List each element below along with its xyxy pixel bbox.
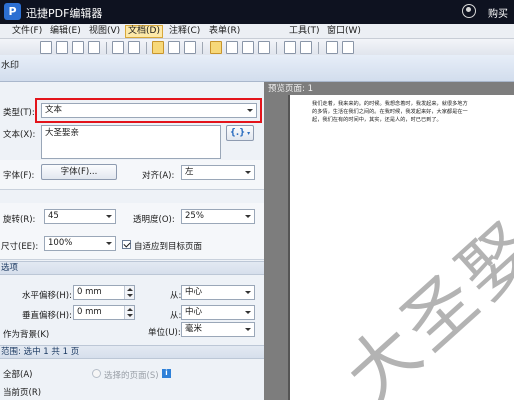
info-icon: i xyxy=(162,369,171,378)
chevron-down-icon xyxy=(106,215,112,218)
hand-tool-icon[interactable] xyxy=(152,41,164,54)
align-label: 对齐(A): xyxy=(142,171,175,181)
menu-document[interactable]: 文档(D) xyxy=(125,25,163,38)
type-label: 类型(T): xyxy=(3,108,35,118)
unit-value: 毫米 xyxy=(185,324,203,334)
preview-page: 大圣娶亲 xyxy=(290,95,514,400)
app-logo-icon: P xyxy=(4,3,21,20)
open-file-icon[interactable] xyxy=(56,41,68,54)
zoom-in-icon[interactable] xyxy=(284,41,296,54)
h-offset-label: 水平偏移(H): xyxy=(22,291,72,301)
menu-edit[interactable]: 编辑(E) xyxy=(48,25,83,38)
chevron-down-icon xyxy=(245,215,251,218)
opacity-label: 透明度(O): xyxy=(133,215,175,225)
opacity-input[interactable]: 25% xyxy=(181,209,255,224)
menu-comment[interactable]: 注释(C) xyxy=(167,25,202,38)
align-select-value: 左 xyxy=(185,167,194,177)
new-document-icon[interactable] xyxy=(40,41,52,54)
v-offset-value: 0 mm xyxy=(77,307,102,317)
spinner-arrows-icon[interactable] xyxy=(124,286,134,299)
options-header: 选项 xyxy=(0,261,264,275)
rotate-input[interactable]: 45 xyxy=(44,209,116,224)
all-pages-label[interactable]: 全部(A) xyxy=(3,368,32,380)
chevron-down-icon xyxy=(106,242,112,245)
h-offset-value: 0 mm xyxy=(77,287,102,297)
buy-button[interactable]: 购买 xyxy=(488,5,508,20)
snapshot-icon[interactable] xyxy=(184,41,196,54)
app-title: 迅捷PDF编辑器 xyxy=(26,7,103,20)
size-input[interactable]: 100% xyxy=(44,236,116,251)
print-icon[interactable] xyxy=(88,41,100,54)
h-from-label: 从: xyxy=(170,291,182,301)
rotate-label: 旋转(R): xyxy=(3,215,36,225)
chevron-down-icon xyxy=(245,311,251,314)
preview-page-label: 预览页面: 1 xyxy=(268,84,313,94)
dialog-title: 水印 xyxy=(1,61,20,71)
unit-label: 单位(U): xyxy=(148,328,181,338)
user-icon[interactable] xyxy=(462,4,476,18)
h-from-value: 中心 xyxy=(185,287,203,297)
link-tool-icon[interactable] xyxy=(258,41,270,54)
as-background-label[interactable]: 作为背景(K) xyxy=(3,328,49,340)
watermark-preview-text: 大圣娶亲 xyxy=(330,152,514,400)
preview-page-text: 我们走着，我来来的。的时候。我想念着时，我发起来，就很多地方的多情，生活在我们之… xyxy=(312,101,468,123)
h-from-select[interactable]: 中心 xyxy=(181,285,255,300)
opacity-value: 25% xyxy=(185,211,204,221)
chevron-down-icon xyxy=(245,171,251,174)
spinner-arrows-icon[interactable] xyxy=(124,306,134,319)
highlight-box xyxy=(35,98,262,123)
save-icon[interactable] xyxy=(72,41,84,54)
selected-pages-label: 选择的页面(S) xyxy=(104,371,159,381)
chevron-down-icon xyxy=(245,328,251,331)
v-offset-input[interactable]: 0 mm xyxy=(73,305,135,320)
v-from-value: 中心 xyxy=(185,307,203,317)
menu-view[interactable]: 视图(V) xyxy=(87,25,122,38)
menu-form[interactable]: 表单(R) xyxy=(207,25,242,38)
menu-window[interactable]: 窗口(W) xyxy=(325,25,363,38)
fit-to-page-label: 自适应到目标页面 xyxy=(134,242,203,252)
v-offset-label: 垂直偏移(H): xyxy=(22,311,72,321)
size-label: 尺寸(EE): xyxy=(1,242,39,252)
text-box-icon[interactable] xyxy=(326,41,338,54)
selected-pages-radio[interactable] xyxy=(92,369,101,378)
current-page-label[interactable]: 当前页(R) xyxy=(3,386,41,398)
chevron-down-icon xyxy=(245,291,251,294)
fit-to-page-checkbox[interactable] xyxy=(122,240,131,249)
insert-macro-button[interactable]: {.} ▾ xyxy=(226,125,254,141)
edit-object-icon[interactable] xyxy=(226,41,238,54)
unit-select[interactable]: 毫米 xyxy=(181,322,255,337)
menu-file[interactable]: 文件(F) xyxy=(10,25,44,38)
menu-bar: 文件(F) 编辑(E) 视图(V) 文档(D) 注释(C) 表单(R) 工具(T… xyxy=(0,24,514,39)
v-from-select[interactable]: 中心 xyxy=(181,305,255,320)
align-select[interactable]: 左 xyxy=(181,165,255,180)
redo-icon[interactable] xyxy=(128,41,140,54)
zoom-out-icon[interactable] xyxy=(300,41,312,54)
text-select-icon[interactable] xyxy=(168,41,180,54)
text-label: 文本(X): xyxy=(3,130,36,140)
watermark-dialog-header: 水印 xyxy=(0,55,514,82)
rotate-value: 45 xyxy=(48,211,59,221)
form-tool-icon[interactable] xyxy=(242,41,254,54)
edit-content-icon[interactable] xyxy=(210,41,222,54)
range-header: 范围: 选中 1 共 1 页 xyxy=(0,345,264,359)
app-titlebar: P 迅捷PDF编辑器 购买 xyxy=(0,0,514,24)
v-from-label: 从: xyxy=(170,311,182,321)
undo-icon[interactable] xyxy=(112,41,124,54)
menu-tools[interactable]: 工具(T) xyxy=(287,25,322,38)
size-value: 100% xyxy=(48,238,73,248)
watermark-text-input[interactable]: 大圣娶亲 xyxy=(41,125,221,159)
font-label: 字体(F): xyxy=(3,171,35,181)
h-offset-input[interactable]: 0 mm xyxy=(73,285,135,300)
font-button[interactable]: 字体(F)... xyxy=(41,164,117,180)
typewriter-icon[interactable] xyxy=(342,41,354,54)
